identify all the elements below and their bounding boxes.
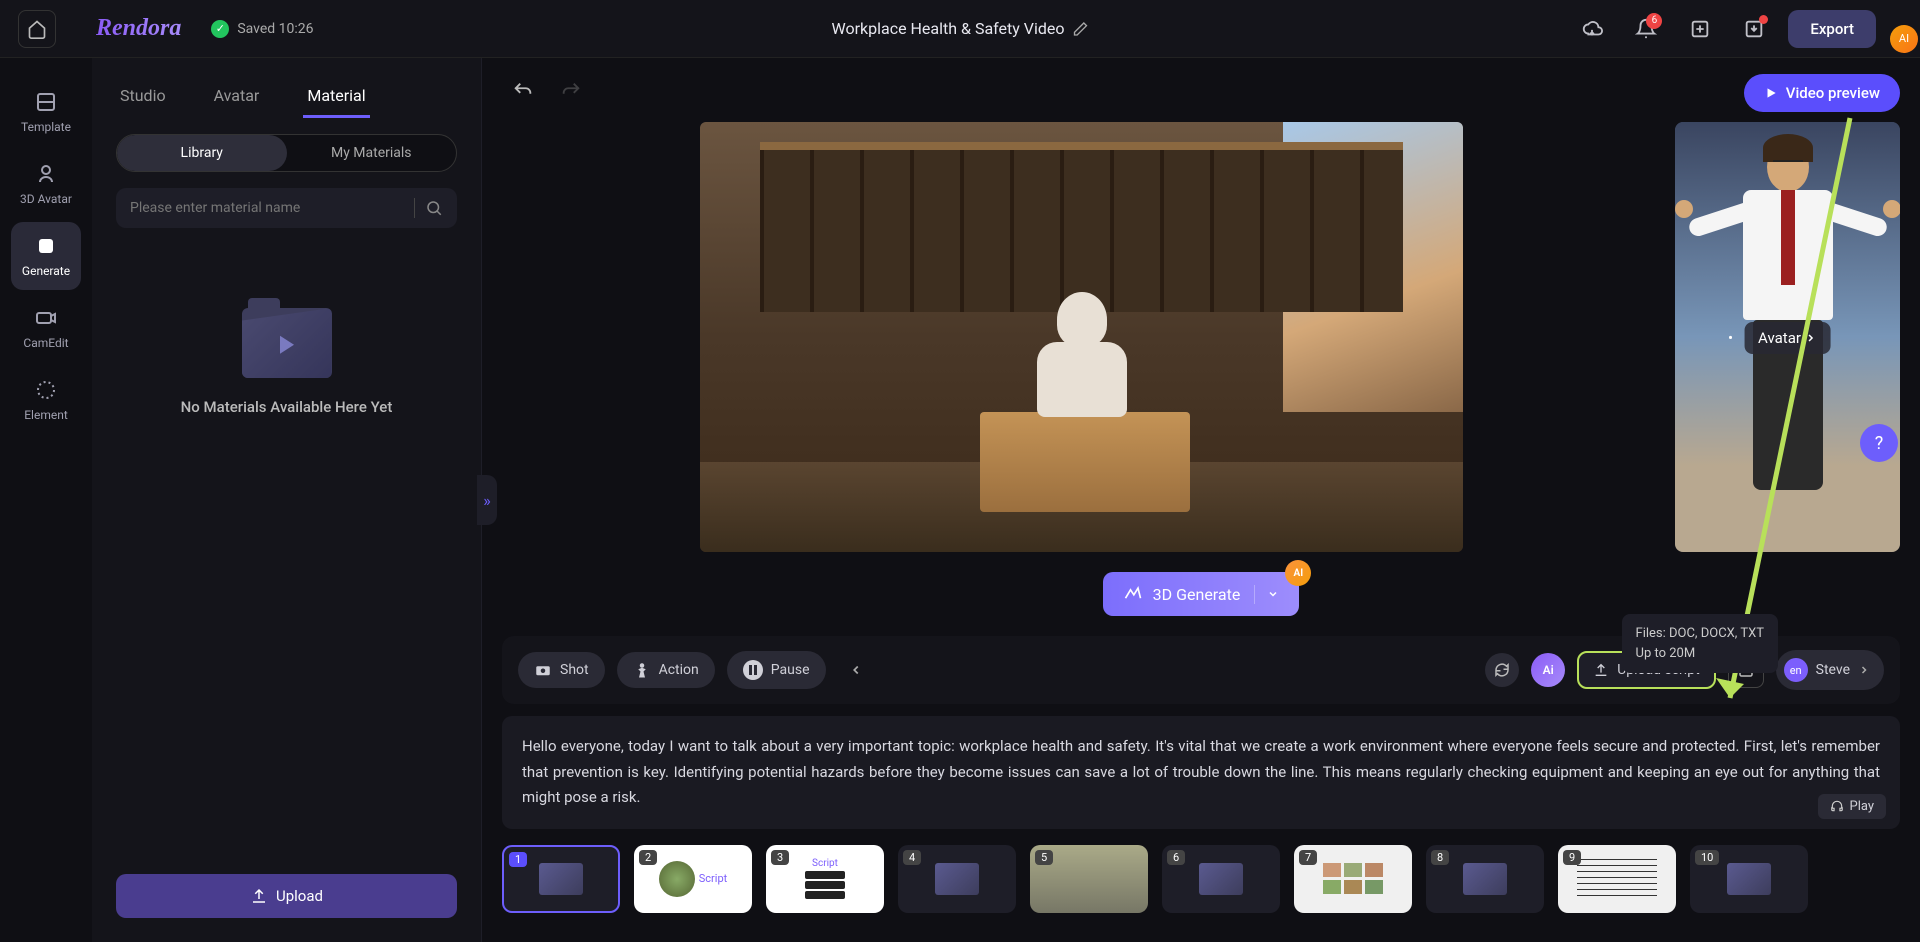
tab-material[interactable]: Material [303, 76, 369, 118]
script-text[interactable]: Hello everyone, today I want to talk abo… [522, 734, 1880, 811]
chevron-right-icon [1805, 332, 1817, 344]
search-box[interactable] [116, 188, 457, 228]
shot-button[interactable]: Shot [518, 652, 605, 688]
thumb-4[interactable]: 4 [898, 845, 1016, 913]
3d-generate-button[interactable]: 3D Generate AI [1103, 572, 1300, 616]
thumb-3[interactable]: 3 Script [766, 845, 884, 913]
play-icon [1764, 86, 1778, 100]
video-preview-button[interactable]: Video preview [1744, 74, 1900, 112]
search-input[interactable] [130, 200, 404, 216]
canvas-area: Video preview [482, 58, 1920, 942]
voice-selector[interactable]: en Steve [1776, 650, 1884, 690]
thumb-9[interactable]: 9 [1558, 845, 1676, 913]
svg-text:AI: AI [42, 243, 50, 253]
sparkle-icon [1123, 584, 1143, 604]
nav-3d-avatar[interactable]: 3D Avatar [11, 150, 81, 218]
undo-button[interactable] [512, 80, 534, 106]
scene-preview[interactable] [700, 122, 1463, 552]
ai-assist-button[interactable]: Ai [1531, 653, 1565, 687]
thumb-6[interactable]: 6 [1162, 845, 1280, 913]
thumb-10[interactable]: 10 [1690, 845, 1808, 913]
left-nav: Template 3D Avatar AI Generate CamEdit E… [0, 58, 92, 942]
user-avatar[interactable]: AI [1890, 25, 1918, 53]
download-badge [1759, 15, 1768, 24]
upload-button[interactable]: Upload [116, 874, 457, 918]
camera-icon [534, 661, 552, 679]
project-title[interactable]: Workplace Health & Safety Video [832, 19, 1089, 38]
nav-generate[interactable]: AI Generate [11, 222, 81, 290]
tab-avatar[interactable]: Avatar [210, 76, 264, 118]
redo-button[interactable] [560, 80, 582, 106]
upload-icon [250, 887, 268, 905]
avatar-select-button[interactable]: Avatar [1744, 322, 1831, 354]
action-button[interactable]: Action [617, 652, 715, 688]
pause-button[interactable]: Pause [727, 651, 826, 689]
export-button[interactable]: Export [1788, 10, 1876, 48]
chevron-right-icon [1858, 664, 1870, 676]
cloud-sync-button[interactable] [1572, 9, 1612, 49]
upload-icon [1593, 662, 1609, 678]
empty-text: No Materials Available Here Yet [181, 398, 393, 416]
search-icon[interactable] [425, 199, 443, 217]
notification-badge: 6 [1646, 13, 1662, 29]
nav-template[interactable]: Template [11, 78, 81, 146]
thumb-2[interactable]: 2 Script [634, 845, 752, 913]
person-icon [633, 661, 651, 679]
download-button[interactable] [1734, 9, 1774, 49]
pause-icon [743, 660, 763, 680]
side-panel: Studio Avatar Material Library My Materi… [92, 58, 482, 942]
scene-thumbnails: 1 2 Script 3 Script 4 5 6 7 [502, 845, 1900, 913]
thumb-7[interactable]: 7 [1294, 845, 1412, 913]
saved-label: Saved 10:26 [237, 21, 313, 37]
empty-state: No Materials Available Here Yet [92, 228, 481, 874]
main-canvas[interactable] [502, 122, 1661, 552]
logo: Rendora [96, 15, 181, 42]
generate-dropdown[interactable] [1254, 585, 1279, 604]
subtab-my-materials[interactable]: My Materials [287, 135, 457, 171]
help-button[interactable]: ? [1860, 424, 1898, 462]
notifications-button[interactable]: 6 [1626, 9, 1666, 49]
subtab-library[interactable]: Library [117, 135, 287, 171]
folder-icon [242, 308, 332, 378]
thumb-1[interactable]: 1 [502, 845, 620, 913]
play-script-button[interactable]: Play [1818, 794, 1887, 819]
ai-badge-icon: AI [1285, 560, 1311, 586]
avatar-panel: Avatar [1675, 122, 1900, 552]
home-button[interactable] [18, 10, 56, 48]
prev-button[interactable] [838, 652, 874, 688]
nav-element[interactable]: Element [11, 366, 81, 434]
nav-camedit[interactable]: CamEdit [11, 294, 81, 362]
saved-status: ✓ Saved 10:26 [211, 20, 313, 38]
topbar: Rendora ✓ Saved 10:26 Workplace Health &… [0, 0, 1920, 58]
headphones-icon [1830, 799, 1844, 813]
refresh-button[interactable] [1485, 653, 1519, 687]
share-button[interactable] [1680, 9, 1720, 49]
script-editor[interactable]: Hello everyone, today I want to talk abo… [502, 716, 1900, 829]
thumb-5[interactable]: 5 [1030, 845, 1148, 913]
upload-tooltip: Files: DOC, DOCX, TXT Up to 20M [1622, 614, 1778, 673]
thumb-8[interactable]: 8 [1426, 845, 1544, 913]
check-icon: ✓ [211, 20, 229, 38]
edit-icon[interactable] [1073, 21, 1089, 37]
tab-studio[interactable]: Studio [116, 76, 170, 118]
